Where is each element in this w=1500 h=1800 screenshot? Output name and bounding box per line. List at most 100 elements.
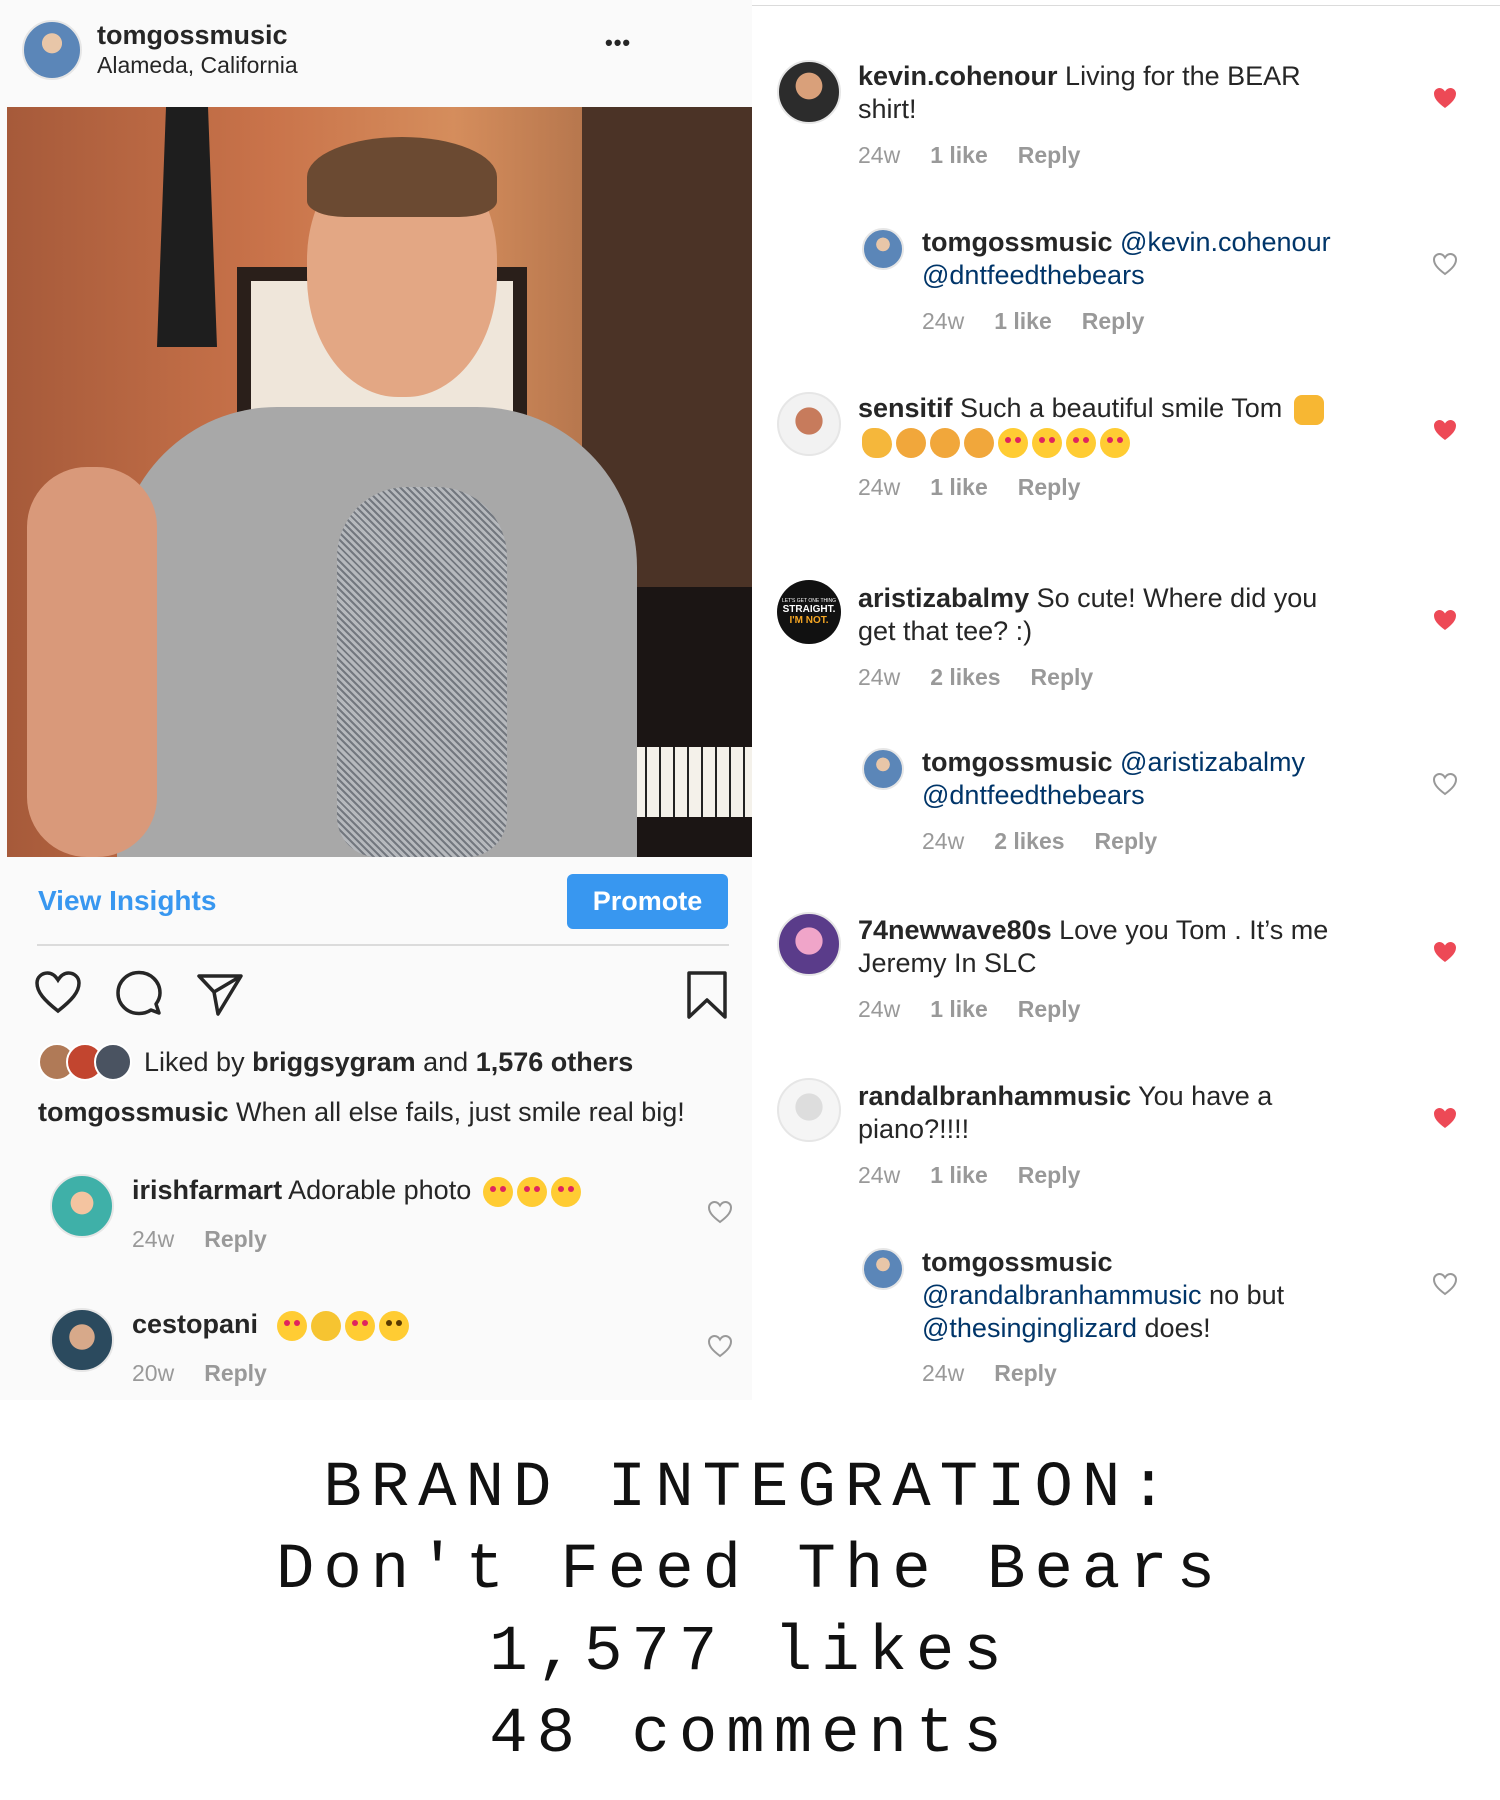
avatar[interactable] [862, 228, 904, 270]
comment-meta: 24w 2 likes Reply [858, 664, 1093, 691]
liked-heart-icon[interactable] [1432, 608, 1458, 632]
reply-button[interactable]: Reply [204, 1360, 267, 1386]
avatar[interactable] [22, 20, 82, 80]
heart-eyes-emoji [1066, 427, 1096, 458]
avatar[interactable] [777, 392, 841, 456]
avatar[interactable] [50, 1174, 114, 1238]
reply-button[interactable]: Reply [1018, 996, 1081, 1022]
comment-time: 24w [922, 828, 965, 854]
comment-meta: 20w Reply [132, 1360, 267, 1387]
mention-link[interactable]: @dntfeedthebears [922, 260, 1145, 290]
comment-meta: 24w 1 like Reply [922, 308, 1144, 335]
comment-likes[interactable]: 2 likes [930, 664, 1000, 690]
comment-username[interactable]: tomgossmusic [922, 747, 1113, 777]
promote-button[interactable]: Promote [567, 874, 728, 929]
comment-username[interactable]: randalbranhammusic [858, 1081, 1131, 1111]
reply-button[interactable]: Reply [1018, 474, 1081, 500]
comment: tomgossmusic @kevin.cohenour @dntfeedtheb… [922, 226, 1402, 292]
avatar[interactable]: LET'S GET ONE THING STRAIGHT. I'M NOT. [777, 580, 841, 644]
liked-prefix: Liked by [144, 1046, 253, 1077]
reply-button[interactable]: Reply [1082, 308, 1145, 334]
footer-summary: BRAND INTEGRATION: Don't Feed The Bears … [0, 1448, 1500, 1776]
view-insights-link[interactable]: View Insights [38, 885, 216, 917]
like-heart-icon[interactable] [34, 970, 82, 1014]
comment-meta: 24w Reply [922, 1360, 1057, 1387]
comment-likes[interactable]: 1 like [930, 474, 988, 500]
comment: 74newwave80s Love you Tom . It’s me Jerem… [858, 914, 1398, 980]
caption-text: When all else fails, just smile real big… [228, 1097, 685, 1127]
comment-username[interactable]: 74newwave80s [858, 915, 1052, 945]
weary-cat-emoji [964, 427, 994, 458]
comment-text: piano?!!!! [858, 1114, 970, 1144]
reply-button[interactable]: Reply [204, 1226, 267, 1252]
liked-heart-icon[interactable] [1432, 940, 1458, 964]
avatar[interactable] [862, 1248, 904, 1290]
avatar[interactable] [777, 60, 841, 124]
comment-username[interactable]: tomgossmusic [922, 1247, 1113, 1277]
like-comment-heart-icon[interactable] [1432, 1272, 1458, 1296]
comment-username[interactable]: tomgossmusic [922, 227, 1113, 257]
avatar[interactable] [862, 748, 904, 790]
avatar[interactable] [777, 1078, 841, 1142]
comment-likes[interactable]: 1 like [930, 1162, 988, 1188]
comment: aristizabalmy So cute! Where did you get … [858, 582, 1378, 648]
footer-line: BRAND INTEGRATION: [323, 1453, 1177, 1525]
like-comment-heart-icon[interactable] [1432, 772, 1458, 796]
comment-meta: 24w 2 likes Reply [922, 828, 1157, 855]
comment-text: shirt! [858, 94, 917, 124]
avatar[interactable] [777, 912, 841, 976]
comment-likes[interactable]: 2 likes [994, 828, 1064, 854]
reply-button[interactable]: Reply [1018, 142, 1081, 168]
liked-others[interactable]: 1,576 others [476, 1047, 634, 1078]
mention-link[interactable]: @dntfeedthebears [922, 780, 1145, 810]
reply-button[interactable]: Reply [1095, 828, 1158, 854]
comment-username[interactable]: aristizabalmy [858, 583, 1029, 613]
bookmark-icon[interactable] [686, 970, 728, 1020]
caption-username[interactable]: tomgossmusic [38, 1097, 229, 1127]
like-comment-heart-icon[interactable] [1432, 252, 1458, 276]
heart-eyes-emoji [998, 427, 1028, 458]
more-options-icon[interactable]: ••• [605, 30, 631, 56]
share-send-icon[interactable] [196, 972, 244, 1016]
comment-time: 24w [132, 1226, 175, 1252]
comment-meta: 24w Reply [132, 1226, 267, 1253]
comment-username[interactable]: kevin.cohenour [858, 61, 1058, 91]
comment-username[interactable]: cestopani [132, 1309, 258, 1339]
reply-button[interactable]: Reply [1018, 1162, 1081, 1188]
comment-time: 24w [858, 474, 901, 500]
comment-username[interactable]: irishfarmart [132, 1175, 282, 1205]
liked-heart-icon[interactable] [1432, 86, 1458, 110]
comment-text: So cute! Where did you [1029, 583, 1318, 613]
comments-panel [752, 0, 1500, 1400]
comment-likes[interactable]: 1 like [930, 142, 988, 168]
comment-text: Living for the BEAR [1057, 61, 1301, 91]
post-username[interactable]: tomgossmusic [97, 20, 288, 51]
comment: tomgossmusic @randalbranhammusic no but @t… [922, 1246, 1402, 1345]
liked-user[interactable]: briggsygram [252, 1047, 416, 1078]
comment-likes[interactable]: 1 like [930, 996, 988, 1022]
like-comment-heart-icon[interactable] [707, 1334, 733, 1358]
liked-heart-icon[interactable] [1432, 418, 1458, 442]
comment-bubble-icon[interactable] [116, 970, 162, 1016]
liked-by[interactable]: Liked by briggsygram and 1,576 others [38, 1043, 633, 1081]
footer-line: Don't Feed The Bears [275, 1535, 1225, 1607]
heart-eyes-emoji [1100, 427, 1130, 458]
comment-likes[interactable]: 1 like [994, 308, 1052, 334]
liker-avatars [38, 1043, 132, 1081]
mention-link[interactable]: @thesinginglizard [922, 1313, 1137, 1343]
reply-button[interactable]: Reply [994, 1360, 1057, 1386]
like-comment-heart-icon[interactable] [707, 1200, 733, 1224]
liked-heart-icon[interactable] [1432, 1106, 1458, 1130]
post-photo[interactable] [7, 107, 752, 857]
reply-button[interactable]: Reply [1031, 664, 1094, 690]
comment-text: Such a beautiful smile Tom [952, 393, 1283, 423]
post-location[interactable]: Alameda, California [97, 52, 298, 79]
comment-time: 24w [858, 996, 901, 1022]
divider [752, 5, 1500, 6]
mention-link[interactable]: @randalbranhammusic [922, 1280, 1202, 1310]
heart-eyes-emoji [516, 1176, 547, 1207]
mention-link[interactable]: @aristizabalmy [1113, 747, 1305, 777]
comment-username[interactable]: sensitif [858, 393, 953, 423]
mention-link[interactable]: @kevin.cohenour [1113, 227, 1331, 257]
avatar[interactable] [50, 1308, 114, 1372]
